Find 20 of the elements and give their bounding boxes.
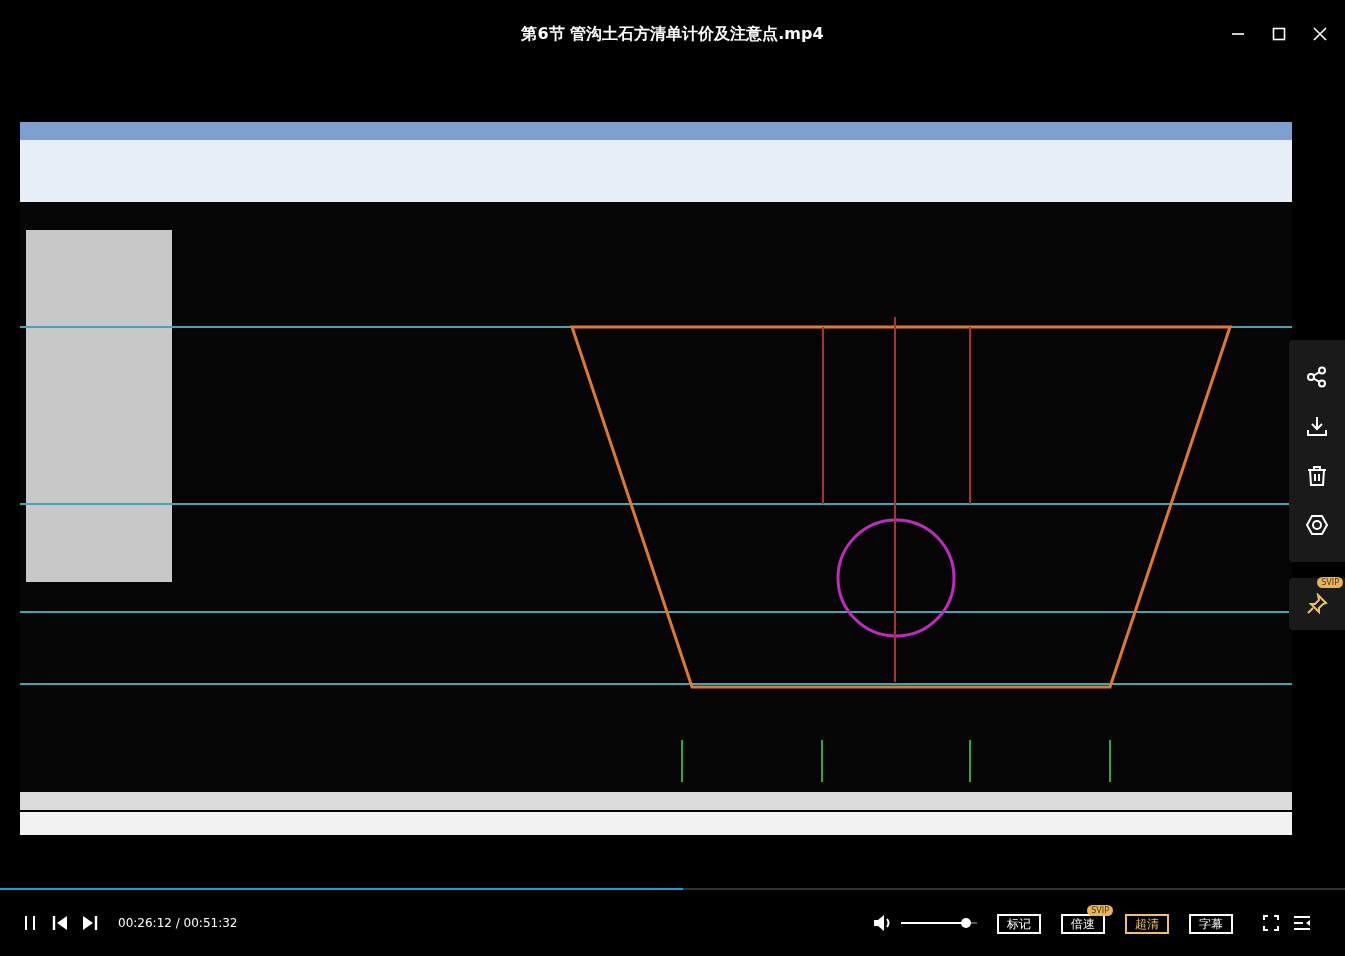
previous-icon[interactable] xyxy=(52,915,68,931)
hexagon-icon[interactable] xyxy=(1306,514,1328,537)
next-icon[interactable] xyxy=(82,915,98,931)
maximize-icon[interactable] xyxy=(1272,27,1286,41)
volume-thumb[interactable] xyxy=(960,918,971,928)
pause-icon[interactable] xyxy=(22,915,38,931)
window-title: 第6节 管沟土石方清单计价及注意点.mp4 xyxy=(520,23,825,45)
close-icon[interactable] xyxy=(1313,27,1327,41)
playback-time: 00:26:12 / 00:51:32 xyxy=(118,916,238,930)
fullscreen-icon[interactable] xyxy=(1263,915,1279,931)
svip-badge: SVIP xyxy=(1317,577,1343,588)
svip-badge: SVIP xyxy=(1087,904,1113,916)
download-icon[interactable] xyxy=(1306,415,1328,438)
player-button[interactable]: 超清 xyxy=(1125,913,1169,934)
pin-icon[interactable] xyxy=(1306,593,1328,615)
player-button[interactable]: 标记 xyxy=(997,913,1041,934)
player-button[interactable]: 字幕 xyxy=(1189,913,1233,934)
trash-icon[interactable] xyxy=(1306,464,1328,487)
playlist-icon[interactable] xyxy=(1293,915,1311,931)
share-icon[interactable] xyxy=(1306,365,1328,388)
